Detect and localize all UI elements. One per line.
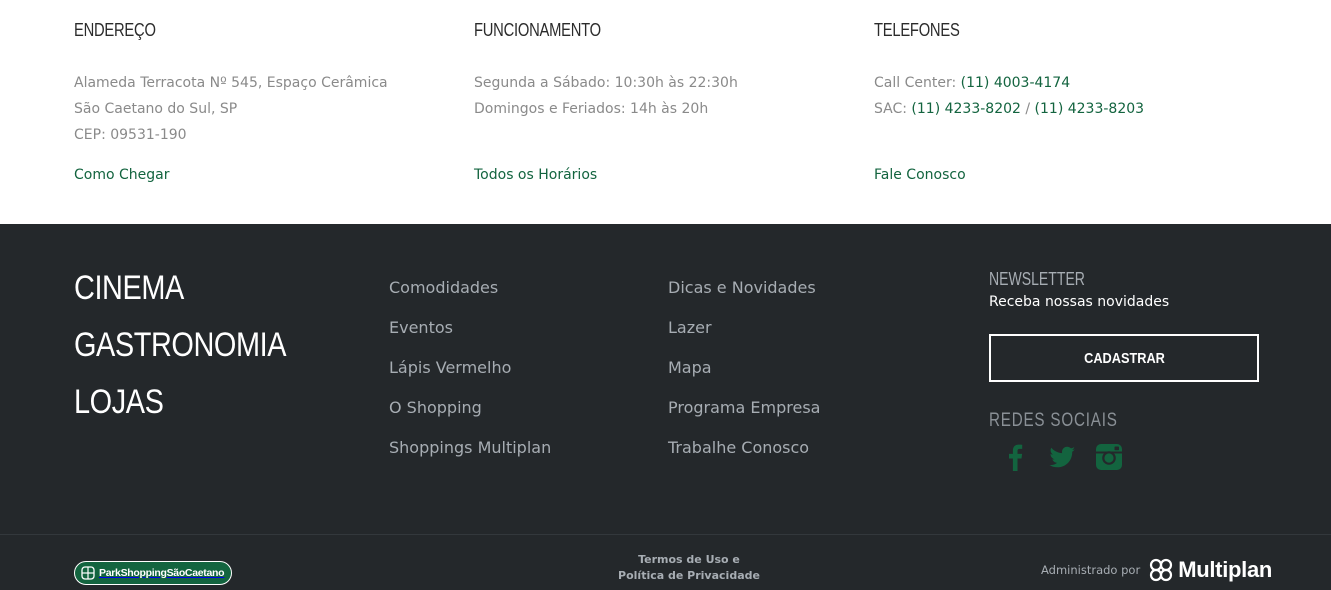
list-item: O Shopping bbox=[389, 397, 551, 437]
list-item: Dicas e Novidades bbox=[668, 277, 820, 317]
info-band: ENDEREÇO Alameda Terracota Nº 545, Espaç… bbox=[0, 0, 1331, 224]
link-mapa[interactable]: Mapa bbox=[668, 358, 712, 377]
subscribe-button[interactable]: CADASTRAR bbox=[989, 334, 1259, 382]
twitter-icon[interactable] bbox=[1047, 442, 1077, 472]
footer-links-col-2: Dicas e Novidades Lazer Mapa Programa Em… bbox=[668, 277, 820, 477]
call-center-label: Call Center: bbox=[874, 75, 961, 91]
logo-mark-icon bbox=[81, 566, 95, 580]
sac-line: SAC: (11) 4233-8202 / (11) 4233-8203 bbox=[874, 96, 1144, 122]
address-lines: Alameda Terracota Nº 545, Espaço Cerâmic… bbox=[74, 70, 388, 148]
phones-title: TELEFONES bbox=[874, 20, 960, 40]
link-lazer[interactable]: Lazer bbox=[668, 318, 712, 337]
footer-divider bbox=[0, 534, 1331, 535]
sac-number-2[interactable]: (11) 4233-8203 bbox=[1035, 101, 1145, 117]
newsletter-title: NEWSLETTER bbox=[989, 269, 1085, 289]
link-eventos[interactable]: Eventos bbox=[389, 318, 453, 337]
address-city: São Caetano do Sul, SP bbox=[74, 101, 238, 117]
nav-cinema[interactable]: CINEMA bbox=[74, 268, 286, 325]
nav-lojas[interactable]: LOJAS bbox=[74, 382, 286, 439]
link-comodidades[interactable]: Comodidades bbox=[389, 278, 498, 297]
call-center-line: Call Center: (11) 4003-4174 bbox=[874, 70, 1144, 96]
hours-weekdays: Segunda a Sábado: 10:30h às 22:30h bbox=[474, 75, 738, 91]
administered-by-label: Administrado por bbox=[1041, 563, 1141, 577]
address-column: ENDEREÇO Alameda Terracota Nº 545, Espaç… bbox=[74, 18, 454, 183]
social-links bbox=[1000, 442, 1124, 472]
footer-links-col-1: Comodidades Eventos Lápis Vermelho O Sho… bbox=[389, 277, 551, 477]
list-item: Programa Empresa bbox=[668, 397, 820, 437]
hours-column: FUNCIONAMENTO Segunda a Sábado: 10:30h à… bbox=[474, 18, 854, 183]
subscribe-button-label: CADASTRAR bbox=[1083, 349, 1165, 367]
sac-number-1[interactable]: (11) 4233-8202 bbox=[911, 101, 1021, 117]
sac-separator: / bbox=[1020, 101, 1035, 117]
contact-link[interactable]: Fale Conosco bbox=[874, 167, 966, 183]
list-item: Lazer bbox=[668, 317, 820, 357]
link-lapis-vermelho[interactable]: Lápis Vermelho bbox=[389, 358, 511, 377]
terms-link[interactable]: Termos de Uso e bbox=[589, 552, 789, 568]
newsletter-block: NEWSLETTER Receba nossas novidades CADAS… bbox=[989, 268, 1259, 431]
privacy-link[interactable]: Política de Privacidade bbox=[589, 568, 789, 584]
list-item: Lápis Vermelho bbox=[389, 357, 551, 397]
link-dicas-novidades[interactable]: Dicas e Novidades bbox=[668, 278, 816, 297]
logo-text: ParkShoppingSãoCaetano bbox=[99, 567, 225, 579]
address-line: Alameda Terracota Nº 545, Espaço Cerâmic… bbox=[74, 75, 388, 91]
address-title: ENDEREÇO bbox=[74, 20, 156, 40]
call-center-number[interactable]: (11) 4003-4174 bbox=[961, 75, 1071, 91]
administered-by: Administrado por Multiplan bbox=[1041, 557, 1272, 583]
list-item: Mapa bbox=[668, 357, 820, 397]
link-o-shopping[interactable]: O Shopping bbox=[389, 398, 482, 417]
multiplan-brand: Multiplan bbox=[1178, 557, 1273, 582]
parkshopping-logo[interactable]: ParkShoppingSãoCaetano bbox=[74, 561, 232, 585]
list-item: Eventos bbox=[389, 317, 551, 357]
facebook-icon[interactable] bbox=[1000, 442, 1030, 472]
nav-gastronomia[interactable]: GASTRONOMIA bbox=[74, 325, 287, 382]
link-programa-empresa[interactable]: Programa Empresa bbox=[668, 398, 820, 417]
sac-label: SAC: bbox=[874, 101, 912, 117]
legal-links: Termos de Uso e Política de Privacidade bbox=[589, 552, 789, 584]
list-item: Comodidades bbox=[389, 277, 551, 317]
social-title: REDES SOCIAIS bbox=[989, 410, 1118, 431]
hours-weekends: Domingos e Feriados: 14h às 20h bbox=[474, 101, 709, 117]
directions-link[interactable]: Como Chegar bbox=[74, 167, 169, 183]
phones-column: TELEFONES Call Center: (11) 4003-4174 SA… bbox=[874, 18, 1274, 183]
multiplan-logo-icon bbox=[1150, 558, 1173, 582]
list-item: Trabalhe Conosco bbox=[668, 437, 820, 477]
link-shoppings-multiplan[interactable]: Shoppings Multiplan bbox=[389, 438, 551, 457]
all-hours-link[interactable]: Todos os Horários bbox=[474, 167, 597, 183]
newsletter-subtitle: Receba nossas novidades bbox=[989, 294, 1170, 310]
list-item: Shoppings Multiplan bbox=[389, 437, 551, 477]
hours-title: FUNCIONAMENTO bbox=[474, 20, 601, 40]
hours-lines: Segunda a Sábado: 10:30h às 22:30h Domin… bbox=[474, 70, 738, 122]
phones-lines: Call Center: (11) 4003-4174 SAC: (11) 42… bbox=[874, 70, 1144, 122]
main-category-nav: CINEMA GASTRONOMIA LOJAS bbox=[74, 268, 324, 439]
instagram-icon[interactable] bbox=[1094, 442, 1124, 472]
address-zip: CEP: 09531-190 bbox=[74, 127, 187, 143]
site-footer: CINEMA GASTRONOMIA LOJAS Comodidades Eve… bbox=[0, 224, 1331, 590]
link-trabalhe-conosco[interactable]: Trabalhe Conosco bbox=[668, 438, 809, 457]
